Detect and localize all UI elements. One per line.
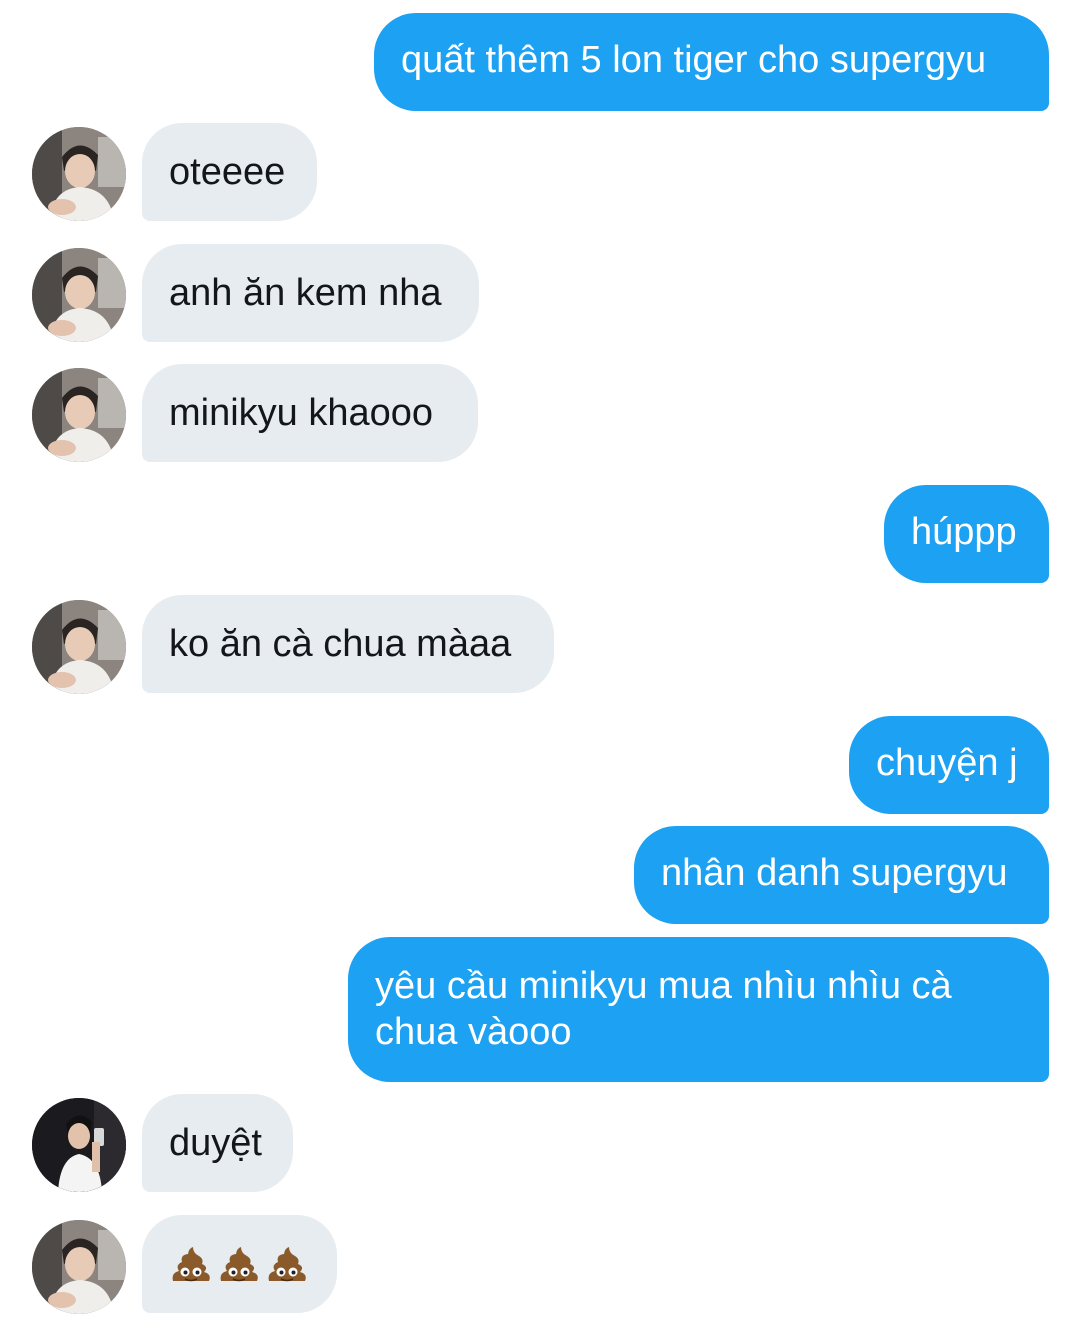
avatar-user-a[interactable] xyxy=(32,127,126,221)
person-photo-icon xyxy=(32,368,126,462)
avatar-user-a[interactable] xyxy=(32,248,126,342)
avatar-user-b[interactable] xyxy=(32,1098,126,1192)
avatar-user-a[interactable] xyxy=(32,1220,126,1314)
person-photo-icon xyxy=(32,1098,126,1192)
message-text: duyệt xyxy=(169,1122,262,1164)
message-text: oteeee xyxy=(169,151,286,193)
message-text: húppp xyxy=(911,511,1017,553)
message-text-line: chua vàooo xyxy=(375,1011,572,1053)
outgoing-message-bubble[interactable]: quất thêm 5 lon tiger cho supergyu xyxy=(374,13,1049,111)
person-photo-icon xyxy=(32,248,126,342)
pile-of-poo-icon xyxy=(268,1247,306,1282)
message-text: anh ăn kem nha xyxy=(169,272,442,314)
emoji-group xyxy=(169,1241,309,1287)
avatar-user-a[interactable] xyxy=(32,368,126,462)
outgoing-message-bubble[interactable]: nhân danh supergyu xyxy=(634,826,1049,924)
person-photo-icon xyxy=(32,600,126,694)
message-text: ko ăn cà chua màaa xyxy=(169,623,512,665)
incoming-message-bubble[interactable]: duyệt xyxy=(142,1094,293,1192)
pile-of-poo-icon xyxy=(220,1247,258,1282)
person-photo-icon xyxy=(32,1220,126,1314)
incoming-message-bubble[interactable]: ko ăn cà chua màaa xyxy=(142,595,554,693)
message-text: chuyện j xyxy=(876,742,1018,784)
incoming-message-bubble[interactable]: minikyu khaooo xyxy=(142,364,478,462)
outgoing-message-bubble[interactable]: yêu cầu minikyu mua nhìu nhìu cà chua và… xyxy=(348,937,1049,1082)
incoming-message-bubble[interactable] xyxy=(142,1215,337,1313)
avatar-user-a[interactable] xyxy=(32,600,126,694)
message-text: minikyu khaooo xyxy=(169,392,434,434)
message-text-line: yêu cầu minikyu mua nhìu nhìu cà xyxy=(375,965,952,1007)
outgoing-message-bubble[interactable]: húppp xyxy=(884,485,1049,583)
message-text: quất thêm 5 lon tiger cho supergyu xyxy=(401,39,987,81)
pile-of-poo-icon xyxy=(172,1247,210,1282)
message-text: nhân danh supergyu xyxy=(661,852,1008,894)
incoming-message-bubble[interactable]: oteeee xyxy=(142,123,317,221)
outgoing-message-bubble[interactable]: chuyện j xyxy=(849,716,1049,814)
incoming-message-bubble[interactable]: anh ăn kem nha xyxy=(142,244,479,342)
person-photo-icon xyxy=(32,127,126,221)
